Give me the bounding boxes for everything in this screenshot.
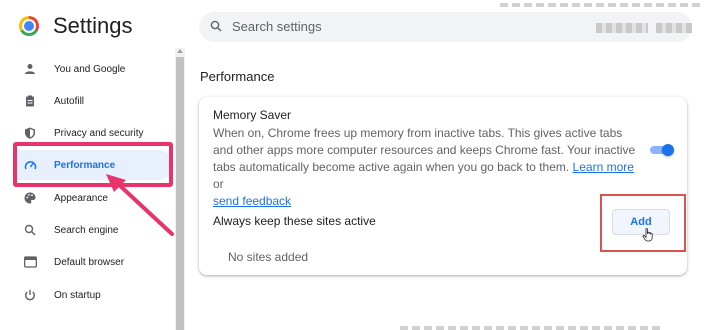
memory-saver-description: When on, Chrome frees up memory from ina… — [213, 125, 638, 210]
browser-icon — [23, 255, 37, 269]
learn-more-link[interactable]: Learn more — [573, 160, 634, 174]
or-text: or — [213, 177, 224, 191]
keep-sites-active-label: Always keep these sites active — [213, 214, 376, 228]
annotation-arrow-icon — [106, 174, 174, 236]
blurred-text — [500, 3, 700, 7]
sidebar-item-default-browser[interactable]: Default browser — [13, 247, 173, 277]
sidebar-item-label: Autofill — [54, 95, 85, 107]
blurred-text — [400, 326, 660, 330]
hand-cursor-icon — [642, 228, 653, 242]
memory-saver-toggle[interactable] — [650, 144, 674, 156]
search-icon — [23, 223, 37, 237]
send-feedback-link[interactable]: send feedback — [213, 194, 291, 208]
person-icon — [23, 62, 37, 76]
search-icon — [210, 20, 222, 32]
blurred-text — [596, 23, 648, 33]
memory-saver-title: Memory Saver — [213, 108, 292, 122]
sidebar-item-you-and-google[interactable]: You and Google — [13, 54, 173, 84]
power-icon — [23, 288, 37, 302]
blurred-text — [656, 23, 692, 33]
app-title: Settings — [53, 13, 133, 38]
palette-icon — [23, 191, 37, 205]
no-sites-text: No sites added — [228, 250, 309, 264]
sidebar-item-on-startup[interactable]: On startup — [13, 280, 173, 310]
search-input[interactable] — [232, 15, 572, 37]
section-title: Performance — [200, 69, 275, 84]
sidebar-item-label: Privacy and security — [54, 127, 144, 139]
scroll-up-arrow-icon[interactable] — [177, 49, 183, 53]
sidebar-item-label: Default browser — [54, 256, 125, 268]
chrome-logo-icon — [19, 16, 39, 36]
settings-page: Settings You and Google Autofill Privacy… — [0, 0, 709, 330]
sidebar-item-label: On startup — [54, 289, 101, 301]
clipboard-icon — [23, 94, 37, 108]
add-site-button[interactable]: Add — [612, 209, 670, 235]
sidebar-item-autofill[interactable]: Autofill — [13, 86, 173, 116]
toggle-knob — [662, 144, 674, 156]
shield-icon — [23, 126, 37, 140]
sidebar-item-label: You and Google — [54, 63, 126, 75]
